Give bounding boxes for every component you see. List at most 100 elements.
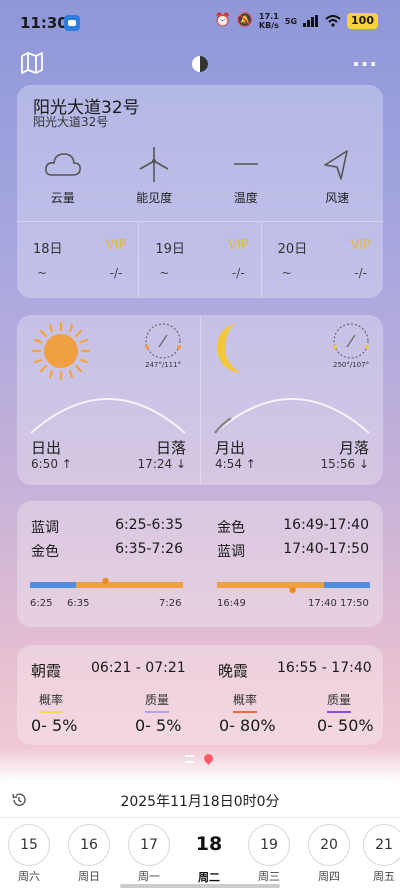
metric-visibility: 能见度 [109, 145, 201, 225]
date-strip: 15 周六 16 周日 17 周一 18 周二 19 周三 20 周四 21 周… [0, 824, 400, 887]
location-card: 阳光大道32号 阳光大道32号 云量 能见度 温度 风速 18日 VIP ~ -… [17, 85, 383, 298]
forecast-day[interactable]: 19日 VIP ~ -/- [139, 222, 262, 298]
evening-tick: 17:40 [308, 598, 337, 609]
date-weekday: 周三 [258, 870, 280, 883]
selected-datetime[interactable]: 2025年11月18日0时0分 [0, 791, 400, 811]
location-page-icon[interactable] [202, 752, 215, 765]
metric-label: 云量 [50, 191, 75, 205]
morning-phase-range: 6:25-6:35 [115, 517, 183, 533]
evening-golden-hour-bar [217, 582, 324, 588]
theme-toggle-icon[interactable] [190, 54, 210, 74]
date-item[interactable]: 17 周一 [125, 824, 173, 884]
date-item[interactable]: 16 周日 [65, 824, 113, 884]
sun-azimuth-value: 247°/111° [145, 361, 182, 369]
morning-glow-title: 朝霞 [31, 662, 62, 680]
signal-icon [303, 15, 319, 27]
forecast-day[interactable]: 18日 VIP ~ -/- [17, 222, 140, 298]
location-subtitle: 阳光大道32号 [33, 115, 109, 129]
metric-temperature: 温度 [200, 145, 292, 225]
moon-panel[interactable]: 250°/107° 月出 月落 4:54 ↑ 15:56 ↓ [200, 315, 383, 485]
metric-cloud: 云量 [17, 145, 109, 225]
forecast-day[interactable]: 20日 VIP ~ -/- [262, 222, 383, 298]
morning-phase-label: 金色 [31, 544, 59, 560]
vip-badge[interactable]: VIP [228, 238, 249, 253]
day-value-b: -/- [231, 266, 245, 280]
evening-tick: 16:49 [217, 598, 246, 609]
moonset-label: 月落 [338, 439, 369, 457]
morning-probability-label: 概率 [39, 691, 64, 713]
day-date: 19日 [155, 242, 185, 257]
network-speed: 17.1 KB/s [259, 12, 279, 30]
map-icon[interactable] [20, 52, 44, 74]
evening-phase-range: 17:40-17:50 [283, 541, 369, 557]
day-value-b: -/- [109, 266, 123, 280]
cloud-icon [44, 153, 81, 176]
metric-label: 风速 [325, 191, 350, 205]
moon-path-arc [214, 398, 370, 434]
moonrise-time: 4:54 ↑ [215, 457, 256, 471]
morning-tick: 7:26 [159, 598, 182, 609]
date-weekday: 周五 [373, 870, 395, 883]
date-item[interactable]: 19 周三 [245, 824, 293, 884]
alarm-icon: ⏰ [214, 13, 231, 28]
evening-phase-label: 金色 [217, 520, 245, 536]
vip-badge[interactable]: VIP [350, 238, 371, 253]
day-date: 20日 [277, 242, 308, 257]
sunrise-time: 6:50 ↑ [31, 457, 72, 471]
wind-direction-icon [324, 150, 349, 180]
day-value-a: ~ [281, 266, 292, 280]
day-date: 18日 [33, 242, 63, 257]
sun-marker-icon: ✹ [101, 575, 111, 588]
date-item[interactable]: 21 周五 [360, 824, 400, 884]
evening-probability-value: 0- 80% [219, 716, 276, 735]
network-speed-value: 17.1 [259, 12, 279, 21]
evening-quality-label: 质量 [327, 691, 352, 713]
more-icon[interactable]: ··· [352, 52, 378, 76]
sun-icon [31, 321, 91, 381]
sun-azimuth-dial-icon [145, 323, 181, 359]
network-speed-unit: KB/s [258, 21, 279, 30]
top-toolbar: ··· [0, 48, 400, 82]
home-indicator[interactable] [120, 884, 280, 888]
date-day: 17 [128, 824, 170, 866]
wifi-icon [325, 15, 341, 27]
evening-glow-range: 16:55 - 17:40 [277, 660, 372, 676]
date-weekday: 周四 [318, 870, 340, 883]
evening-phase-label: 蓝调 [217, 544, 245, 560]
golden-blue-hour-card[interactable]: 蓝调 6:25-6:35 金色 6:35-7:26 金色 16:49-17:40… [17, 501, 383, 627]
battery-indicator: 100 [347, 13, 378, 29]
date-day: 21 [363, 824, 400, 866]
morning-phase-range: 6:35-7:26 [115, 541, 183, 557]
day-value-a: ~ [37, 266, 48, 280]
status-time: 11:30 [20, 14, 68, 32]
vip-badge[interactable]: VIP [106, 238, 127, 253]
date-picker-sheet: 2025年11月18日0时0分 15 周六 16 周日 17 周一 18 周二 … [0, 780, 400, 889]
date-day: 18 [195, 833, 223, 855]
sun-path-arc [30, 398, 186, 434]
moonset-time: 15:56 ↓ [320, 457, 369, 471]
evening-blue-hour-bar [324, 582, 370, 588]
morning-tick: 6:35 [67, 598, 90, 609]
morning-quality-label: 质量 [145, 691, 170, 713]
date-item-selected[interactable]: 18 周二 [185, 824, 233, 887]
date-item[interactable]: 20 周四 [305, 824, 353, 884]
metric-wind: 风速 [292, 145, 384, 225]
metric-label: 能见度 [136, 191, 173, 205]
day-value-a: ~ [159, 266, 170, 280]
sunset-label: 日落 [155, 439, 186, 457]
morning-phase-label: 蓝调 [31, 520, 59, 536]
metrics-row: 云量 能见度 温度 风速 [17, 145, 383, 225]
network-type: 5G [284, 16, 298, 26]
sun-panel[interactable]: 247°/111° 日出 日落 6:50 ↑ 17:24 ↓ [17, 315, 200, 485]
evening-tick: 17:50 [340, 598, 369, 609]
sky-glow-card[interactable]: 朝霞 06:21 - 07:21 晚霞 16:55 - 17:40 概率 质量 … [17, 645, 383, 745]
list-page-icon[interactable] [185, 754, 194, 763]
date-day: 19 [248, 824, 290, 866]
divider [0, 817, 400, 818]
sun-marker-icon: ✹ [288, 584, 298, 597]
evening-probability-label: 概率 [233, 691, 258, 713]
date-item[interactable]: 15 周六 [5, 824, 53, 884]
page-indicator [185, 752, 215, 765]
sunset-time: 17:24 ↓ [137, 457, 186, 471]
morning-glow-range: 06:21 - 07:21 [91, 660, 186, 676]
